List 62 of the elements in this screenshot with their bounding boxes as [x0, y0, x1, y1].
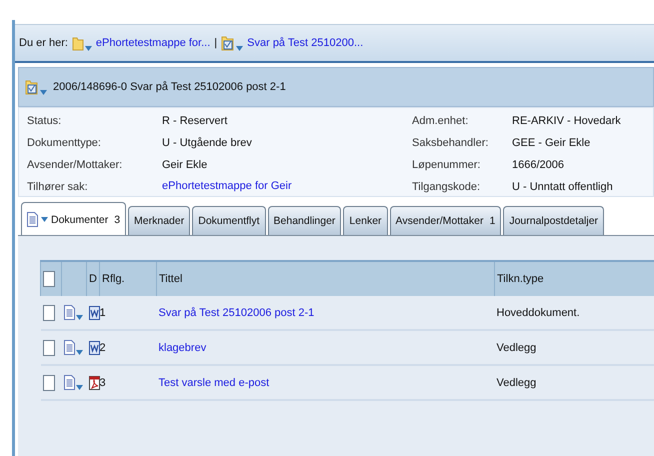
caret-icon[interactable] — [41, 217, 48, 222]
caret-icon[interactable] — [76, 350, 82, 355]
document-icon — [64, 375, 74, 390]
word-document-icon[interactable] — [88, 306, 100, 320]
checkbox[interactable] — [42, 304, 54, 320]
field-label: Adm.enhet: — [412, 114, 470, 128]
checkbox[interactable] — [43, 271, 55, 287]
column-header[interactable]: Rflg. — [100, 261, 156, 296]
caret-icon[interactable] — [84, 46, 92, 51]
table-cell: 2 — [100, 341, 106, 354]
document-link[interactable]: Svar på Test 25102006 post 2-1 — [158, 306, 314, 318]
column-header[interactable]: Tittel — [156, 261, 494, 296]
document-link[interactable]: klagebrev — [158, 342, 206, 354]
field-label: Status: — [27, 114, 62, 128]
pdf-document-icon[interactable] — [88, 376, 100, 390]
table-cell: Vedlegg — [496, 376, 536, 388]
field-link[interactable]: ePhortetestmappe for Geir — [162, 180, 402, 194]
field-value: 1666/2006 — [512, 158, 565, 172]
field-value: RE-ARKIV - Hovedark — [512, 114, 621, 128]
caret-icon[interactable] — [76, 315, 82, 320]
field-value: R - Reservert — [162, 114, 228, 128]
tab[interactable]: Merknader — [128, 206, 190, 235]
table-cell: 3 — [100, 376, 106, 388]
caret-icon[interactable] — [236, 46, 244, 51]
record-title: 2006/148696-0 Svar på Test 25102006 post 2-1 — [53, 81, 286, 93]
caret-icon[interactable] — [40, 90, 47, 95]
field-label: Saksbehandler: — [412, 136, 490, 150]
checkbox[interactable] — [42, 340, 54, 356]
tab[interactable]: Dokumentflyt — [192, 206, 266, 235]
checkbox[interactable] — [42, 374, 54, 390]
column-header[interactable]: D — [86, 261, 100, 296]
document-link[interactable]: Test varsle med e-post — [158, 376, 270, 388]
document-icon — [64, 340, 74, 355]
table-cell: 1 — [100, 306, 106, 318]
field-value: U - Unntatt offentligh — [512, 180, 614, 194]
field-label: Dokumenttype: — [27, 136, 102, 150]
tab[interactable]: Avsender/Mottaker 1 — [390, 206, 502, 235]
document-icon — [27, 212, 38, 227]
tab[interactable]: Journalpostdetaljer — [503, 206, 604, 235]
document-check-icon — [221, 35, 236, 51]
tab[interactable]: Lenker — [343, 206, 388, 235]
field-label: Avsender/Mottaker: — [27, 158, 124, 172]
table-cell: Vedlegg — [496, 342, 536, 354]
document-check-icon — [25, 79, 39, 95]
field-label: Tilgangskode: — [412, 180, 482, 194]
document-icon — [64, 305, 74, 320]
breadcrumb-separator: | — [214, 37, 218, 49]
breadcrumb-link[interactable]: ePhortetestmappe for... — [96, 37, 210, 49]
breadcrumb-link[interactable]: Svar på Test 2510200... — [247, 37, 364, 49]
field-value: GEE - Geir Ekle — [512, 136, 592, 150]
breadcrumb-label: Du er her: — [19, 37, 68, 49]
folder-icon — [72, 35, 84, 51]
word-document-icon[interactable] — [88, 340, 100, 354]
column-header[interactable]: Tilkn.type — [494, 261, 654, 296]
field-label: Tilhører sak: — [27, 180, 89, 194]
tab[interactable]: Behandlinger — [268, 206, 342, 235]
tab[interactable]: Dokumenter 3 — [21, 202, 126, 235]
field-value: U - Utgående brev — [162, 136, 253, 150]
caret-icon[interactable] — [76, 385, 82, 390]
field-value: Geir Ekle — [162, 158, 208, 172]
field-label: Løpenummer: — [412, 158, 482, 172]
table-cell: Hoveddokument. — [496, 306, 580, 318]
